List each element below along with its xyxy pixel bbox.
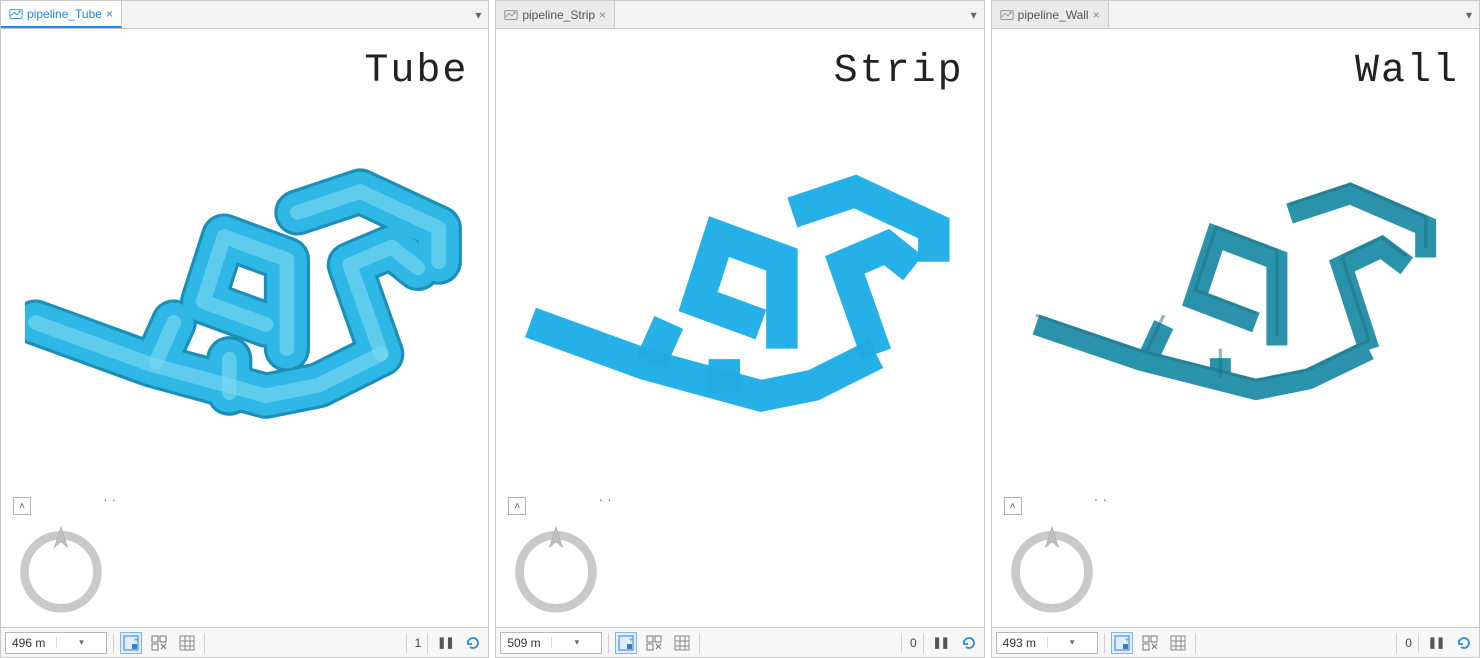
- scale-combo[interactable]: 493 m ▾: [996, 632, 1098, 654]
- tab-label: pipeline_Wall: [1018, 8, 1089, 22]
- scene-viewport[interactable]: Wall ˄ ··: [992, 29, 1479, 627]
- grid-button[interactable]: [176, 632, 198, 654]
- separator: [923, 633, 924, 653]
- svg-text:+: +: [1125, 637, 1129, 644]
- refresh-button[interactable]: [462, 632, 484, 654]
- snapping-button[interactable]: +: [120, 632, 142, 654]
- grid-split-button[interactable]: [1139, 632, 1161, 654]
- grid-button[interactable]: [671, 632, 693, 654]
- scale-value: 509 m: [501, 636, 551, 650]
- loading-indicator: ··: [103, 491, 120, 507]
- snapping-button[interactable]: +: [615, 632, 637, 654]
- navigator-collapse-button[interactable]: ˄: [1004, 497, 1022, 515]
- tab-spacer: [1109, 1, 1459, 28]
- chevron-down-icon: ▾: [56, 637, 106, 648]
- status-bar: 509 m ▾ + 0 ❚❚: [496, 627, 983, 657]
- selection-count[interactable]: 0: [908, 636, 917, 650]
- selection-count-value: 0: [910, 636, 917, 650]
- grid-button[interactable]: [1167, 632, 1189, 654]
- scene-pane: pipeline_Tube × ▾ Tube ˄ ·· 496 m ▾ +: [0, 0, 489, 658]
- navigator-collapse-button[interactable]: ˄: [508, 497, 526, 515]
- navigator: ˄ ··: [1004, 497, 1100, 615]
- scene-pane: pipeline_Wall × ▾ Wall ˄ ·· 493 m ▾ +: [991, 0, 1480, 658]
- scene-pane: pipeline_Strip × ▾ Strip ˄ ·· 509 m ▾ +: [495, 0, 984, 658]
- separator: [204, 633, 205, 653]
- separator: [113, 633, 114, 653]
- pause-drawing-button[interactable]: ❚❚: [1425, 632, 1447, 654]
- profile-type-label: Strip: [834, 49, 964, 94]
- svg-text:+: +: [629, 637, 633, 644]
- scene-icon: [504, 8, 518, 22]
- compass-icon[interactable]: [1004, 519, 1100, 615]
- profile-type-label: Tube: [364, 49, 468, 94]
- close-icon[interactable]: ×: [599, 8, 606, 22]
- navigator-collapse-button[interactable]: ˄: [13, 497, 31, 515]
- close-icon[interactable]: ×: [1093, 8, 1100, 22]
- status-bar: 493 m ▾ + 0 ❚❚: [992, 627, 1479, 657]
- refresh-button[interactable]: [958, 632, 980, 654]
- tab-label: pipeline_Tube: [27, 7, 102, 21]
- navigator: ˄ ··: [508, 497, 604, 615]
- close-icon[interactable]: ×: [106, 7, 113, 21]
- compass-icon[interactable]: [508, 519, 604, 615]
- svg-text:+: +: [134, 637, 138, 644]
- separator: [699, 633, 700, 653]
- chevron-down-icon: ▾: [551, 637, 601, 648]
- tab-bar: pipeline_Strip × ▾: [496, 1, 983, 29]
- tab-overflow-button[interactable]: ▾: [1459, 1, 1479, 28]
- grid-split-button[interactable]: [148, 632, 170, 654]
- grid-split-button[interactable]: [643, 632, 665, 654]
- scale-combo[interactable]: 496 m ▾: [5, 632, 107, 654]
- selection-count-value: 1: [415, 636, 422, 650]
- profile-type-label: Wall: [1355, 49, 1459, 94]
- refresh-button[interactable]: [1453, 632, 1475, 654]
- tab-label: pipeline_Strip: [522, 8, 595, 22]
- separator: [406, 633, 407, 653]
- separator: [1104, 633, 1105, 653]
- tab-overflow-button[interactable]: ▾: [468, 1, 488, 28]
- scale-combo[interactable]: 509 m ▾: [500, 632, 602, 654]
- tab-bar: pipeline_Wall × ▾: [992, 1, 1479, 29]
- scene-icon: [9, 7, 23, 21]
- separator: [1195, 633, 1196, 653]
- tab-spacer: [615, 1, 964, 28]
- scene-icon: [1000, 8, 1014, 22]
- scale-value: 496 m: [6, 636, 56, 650]
- separator: [427, 633, 428, 653]
- loading-indicator: ··: [1094, 491, 1111, 507]
- separator: [1418, 633, 1419, 653]
- selection-count[interactable]: 1: [413, 636, 422, 650]
- snapping-button[interactable]: +: [1111, 632, 1133, 654]
- tab-bar: pipeline_Tube × ▾: [1, 1, 488, 29]
- chevron-down-icon: ▾: [1047, 637, 1097, 648]
- compass-icon[interactable]: [13, 519, 109, 615]
- scale-value: 493 m: [997, 636, 1047, 650]
- scene-viewport[interactable]: Strip ˄ ··: [496, 29, 983, 627]
- scene-tab[interactable]: pipeline_Wall ×: [992, 1, 1109, 28]
- separator: [901, 633, 902, 653]
- separator: [608, 633, 609, 653]
- loading-indicator: ··: [598, 491, 615, 507]
- scene-tab[interactable]: pipeline_Strip ×: [496, 1, 615, 28]
- separator: [1396, 633, 1397, 653]
- pause-drawing-button[interactable]: ❚❚: [930, 632, 952, 654]
- selection-count-value: 0: [1405, 636, 1412, 650]
- scene-tab[interactable]: pipeline_Tube ×: [1, 1, 122, 28]
- navigator: ˄ ··: [13, 497, 109, 615]
- pause-drawing-button[interactable]: ❚❚: [434, 632, 456, 654]
- tab-spacer: [122, 1, 468, 28]
- scene-viewport[interactable]: Tube ˄ ··: [1, 29, 488, 627]
- selection-count[interactable]: 0: [1403, 636, 1412, 650]
- status-bar: 496 m ▾ + 1 ❚❚: [1, 627, 488, 657]
- tab-overflow-button[interactable]: ▾: [964, 1, 984, 28]
